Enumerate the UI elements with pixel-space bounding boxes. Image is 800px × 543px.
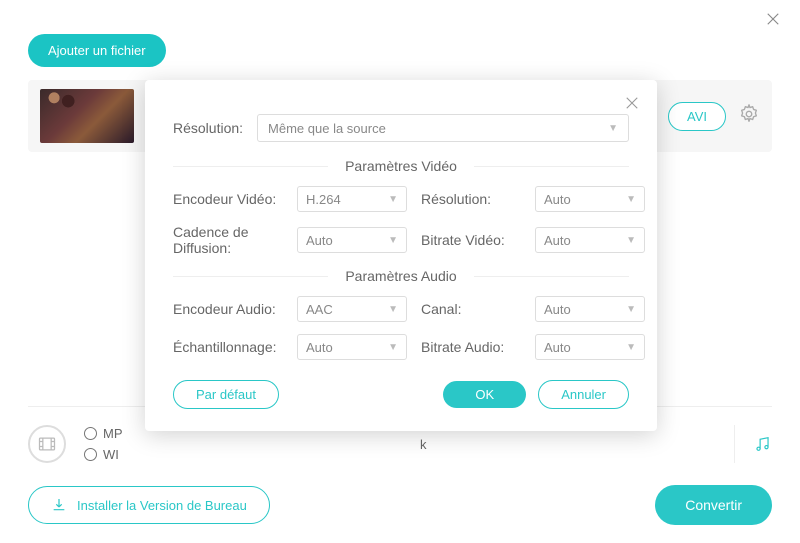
audio-encoder-label: Encodeur Audio:	[173, 301, 283, 317]
select-value: Auto	[544, 192, 571, 207]
select-value: Auto	[306, 233, 333, 248]
video-thumbnail	[40, 89, 134, 143]
gear-icon[interactable]	[738, 103, 760, 130]
channel-select[interactable]: Auto ▼	[535, 296, 645, 322]
default-button[interactable]: Par défaut	[173, 380, 279, 409]
sampling-select[interactable]: Auto ▼	[297, 334, 407, 360]
film-icon[interactable]	[28, 425, 66, 463]
music-icon[interactable]	[734, 425, 772, 463]
cancel-button[interactable]: Annuler	[538, 380, 629, 409]
ok-button[interactable]: OK	[443, 381, 526, 408]
select-value: Auto	[544, 302, 571, 317]
chevron-down-icon: ▼	[626, 194, 636, 205]
radio-label: MP	[103, 426, 123, 441]
chevron-down-icon: ▼	[388, 342, 398, 353]
resolution-label: Résolution:	[173, 120, 243, 136]
install-desktop-button[interactable]: Installer la Version de Bureau	[28, 486, 270, 524]
video-encoder-select[interactable]: H.264 ▼	[297, 186, 407, 212]
select-value: H.264	[306, 192, 341, 207]
download-icon	[51, 497, 67, 513]
install-label: Installer la Version de Bureau	[77, 498, 247, 513]
framerate-select[interactable]: Auto ▼	[297, 227, 407, 253]
add-file-button[interactable]: Ajouter un fichier	[28, 34, 166, 67]
truncated-text: k	[420, 437, 427, 452]
resolution-select[interactable]: Même que la source ▼	[257, 114, 629, 142]
select-value: AAC	[306, 302, 333, 317]
video-bitrate-label: Bitrate Vidéo:	[421, 232, 521, 248]
convert-button[interactable]: Convertir	[655, 485, 772, 525]
chevron-down-icon: ▼	[608, 123, 618, 134]
chevron-down-icon: ▼	[388, 194, 398, 205]
chevron-down-icon: ▼	[626, 304, 636, 315]
chevron-down-icon: ▼	[388, 235, 398, 246]
close-icon[interactable]	[764, 10, 782, 33]
sampling-label: Échantillonnage:	[173, 339, 283, 355]
chevron-down-icon: ▼	[388, 304, 398, 315]
select-value: Auto	[306, 340, 333, 355]
select-value: Auto	[544, 340, 571, 355]
radio-option[interactable]: MP	[84, 426, 123, 441]
footer: Installer la Version de Bureau Convertir	[28, 485, 772, 525]
chevron-down-icon: ▼	[626, 235, 636, 246]
audio-encoder-select[interactable]: AAC ▼	[297, 296, 407, 322]
settings-modal: Résolution: Même que la source ▼ Paramèt…	[145, 80, 657, 431]
select-value: Auto	[544, 233, 571, 248]
framerate-label: Cadence de Diffusion:	[173, 224, 283, 256]
chevron-down-icon: ▼	[626, 342, 636, 353]
select-value: Même que la source	[268, 121, 386, 136]
channel-label: Canal:	[421, 301, 521, 317]
video-resolution-select[interactable]: Auto ▼	[535, 186, 645, 212]
video-encoder-label: Encodeur Vidéo:	[173, 191, 283, 207]
format-button[interactable]: AVI	[668, 102, 726, 131]
audio-bitrate-label: Bitrate Audio:	[421, 339, 521, 355]
audio-section-title: Paramètres Audio	[173, 268, 629, 284]
close-icon[interactable]	[623, 94, 641, 117]
format-radio-group: MP WI	[84, 426, 123, 462]
radio-option[interactable]: WI	[84, 447, 123, 462]
video-bitrate-select[interactable]: Auto ▼	[535, 227, 645, 253]
video-section-title: Paramètres Vidéo	[173, 158, 629, 174]
video-resolution-label: Résolution:	[421, 191, 521, 207]
audio-bitrate-select[interactable]: Auto ▼	[535, 334, 645, 360]
radio-label: WI	[103, 447, 119, 462]
